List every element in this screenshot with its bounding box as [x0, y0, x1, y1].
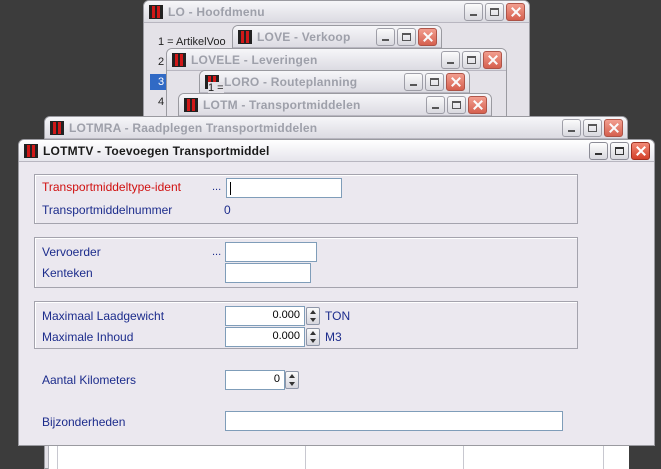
close-icon[interactable] — [483, 51, 502, 69]
text-caret — [230, 182, 231, 195]
kilometers-value: 0 — [273, 373, 280, 385]
titlebar[interactable]: LORO - Routeplanning — [200, 71, 469, 93]
app-icon — [50, 121, 64, 135]
app-icon — [238, 30, 252, 44]
titlebar[interactable]: LO - Hoofdmenu — [144, 1, 529, 23]
app-icon — [184, 98, 198, 112]
kenteken-input[interactable] — [225, 263, 311, 283]
laadgewicht-label: Maximaal Laadgewicht — [42, 309, 165, 323]
maximize-icon[interactable] — [485, 3, 504, 21]
kenteken-label: Kenteken — [42, 266, 93, 280]
ident-input[interactable] — [226, 178, 342, 198]
bijzonderheden-label: Bijzonderheden — [42, 415, 126, 429]
maximize-icon[interactable] — [610, 142, 629, 160]
close-icon[interactable] — [506, 3, 525, 21]
app-icon — [172, 53, 186, 67]
close-icon[interactable] — [418, 28, 437, 46]
vervoerder-input[interactable] — [225, 242, 317, 262]
ident-label: Transportmiddeltype-ident — [42, 180, 181, 194]
kilometers-input[interactable]: 0 — [225, 370, 285, 390]
vervoerder-label: Vervoerder — [42, 245, 101, 259]
maximize-icon[interactable] — [447, 96, 466, 114]
nummer-value: 0 — [224, 203, 231, 217]
minimize-icon[interactable] — [376, 28, 395, 46]
inhoud-label: Maximale Inhoud — [42, 330, 134, 344]
close-icon[interactable] — [446, 73, 465, 91]
maximize-icon[interactable] — [583, 119, 602, 137]
maximize-icon[interactable] — [462, 51, 481, 69]
titlebar[interactable]: LOVELE - Leveringen — [167, 49, 506, 71]
inhoud-input[interactable]: 0.000 — [225, 327, 305, 347]
window-title: LO - Hoofdmenu — [168, 5, 265, 19]
bijzonderheden-input[interactable] — [225, 411, 563, 431]
titlebar[interactable]: LOTMRA - Raadplegen Transportmiddelen — [45, 117, 627, 139]
close-icon[interactable] — [631, 142, 650, 160]
laadgewicht-unit: TON — [325, 309, 351, 323]
window-lotmtv-toevoegen: LOTMTV - Toevoegen Transportmiddel Trans… — [18, 139, 655, 446]
menu-item-3[interactable]: 3 — [158, 76, 164, 88]
vervoerder-lookup-dots[interactable]: ... — [212, 246, 221, 258]
inhoud-spinner-icon[interactable] — [306, 328, 320, 346]
window-title: LOTMTV - Toevoegen Transportmiddel — [43, 144, 270, 158]
titlebar[interactable]: LOTM - Transportmiddelen — [179, 94, 491, 116]
minimize-icon[interactable] — [426, 96, 445, 114]
laadgewicht-input[interactable]: 0.000 — [225, 306, 305, 326]
window-title: LOTMRA - Raadplegen Transportmiddelen — [69, 121, 318, 135]
menu-item-1[interactable]: 1 = ArtikelVoo — [158, 36, 226, 48]
maximize-icon[interactable] — [425, 73, 444, 91]
results-grid[interactable] — [48, 446, 629, 469]
maximize-icon[interactable] — [397, 28, 416, 46]
close-icon[interactable] — [468, 96, 487, 114]
minimize-icon[interactable] — [404, 73, 423, 91]
laadgewicht-spinner-icon[interactable] — [306, 307, 320, 325]
kilometers-label: Aantal Kilometers — [42, 373, 137, 387]
minimize-icon[interactable] — [562, 119, 581, 137]
menu-item-2[interactable]: 2 — [158, 56, 164, 68]
window-title: LORO - Routeplanning — [224, 75, 358, 89]
inhoud-value: 0.000 — [272, 330, 300, 342]
nummer-label: Transportmiddelnummer — [42, 203, 173, 217]
titlebar[interactable]: LOTMTV - Toevoegen Transportmiddel — [19, 140, 654, 162]
menu-item-4[interactable]: 4 — [158, 96, 164, 108]
minimize-icon[interactable] — [464, 3, 483, 21]
inhoud-unit: M3 — [325, 330, 342, 344]
titlebar[interactable]: LOVE - Verkoop — [233, 26, 441, 48]
laadgewicht-value: 0.000 — [272, 309, 300, 321]
minimize-icon[interactable] — [441, 51, 460, 69]
window-title: LOVE - Verkoop — [257, 30, 351, 44]
close-icon[interactable] — [604, 119, 623, 137]
app-icon — [24, 144, 38, 158]
kilometers-spinner-icon[interactable] — [285, 371, 299, 389]
window-title: LOTM - Transportmiddelen — [203, 98, 361, 112]
ident-lookup-dots[interactable]: ... — [212, 181, 221, 193]
app-icon — [149, 5, 163, 19]
window-title: LOVELE - Leveringen — [191, 53, 318, 67]
minimize-icon[interactable] — [589, 142, 608, 160]
